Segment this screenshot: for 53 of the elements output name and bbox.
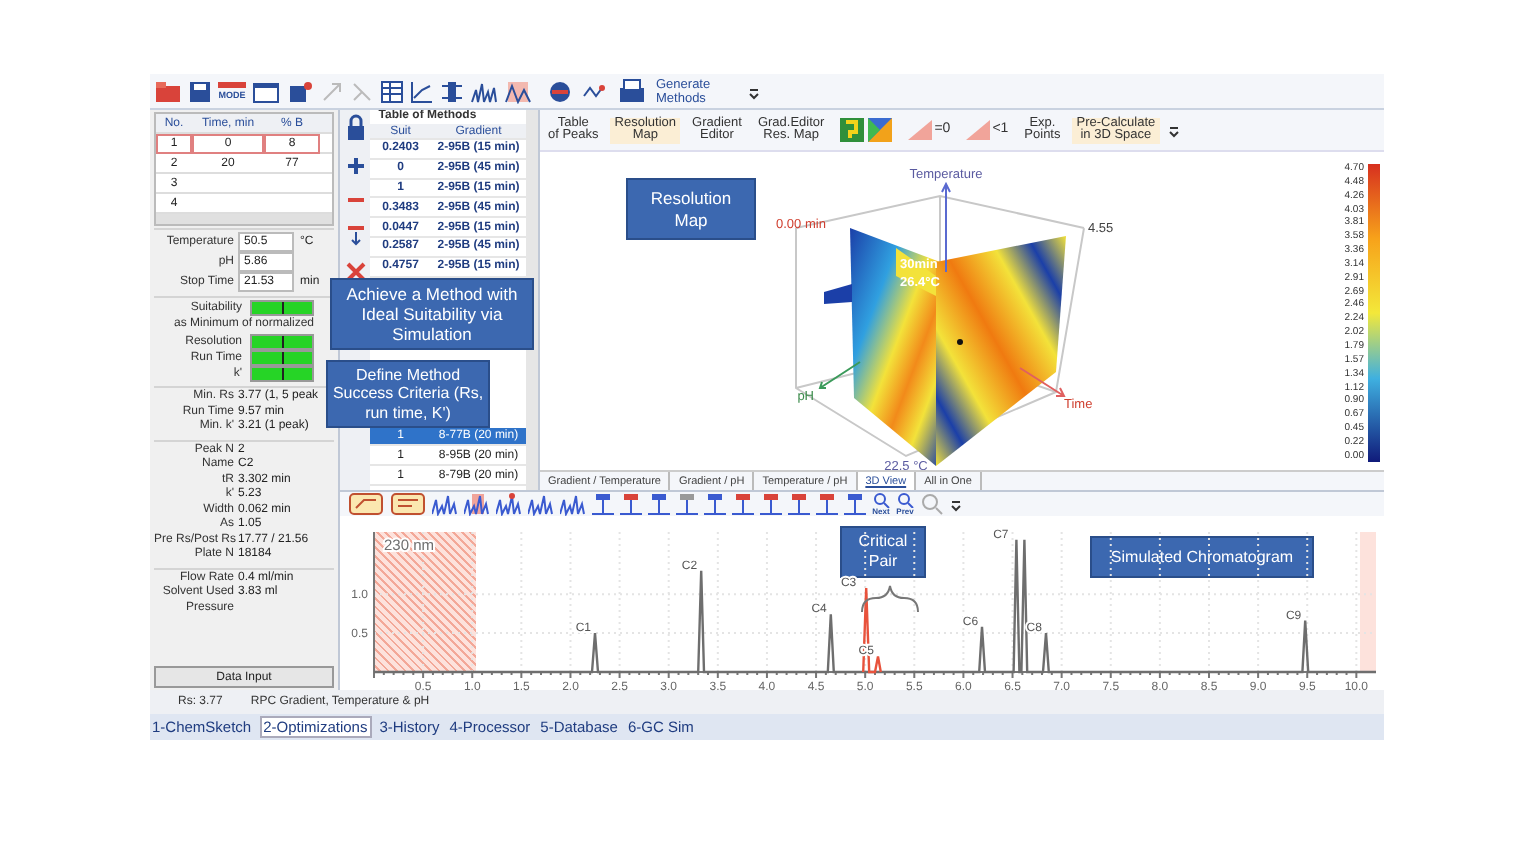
peak-label-icon[interactable] bbox=[732, 492, 754, 516]
magnifier-icon bbox=[896, 492, 914, 508]
callout-box: Resolution Map bbox=[626, 178, 756, 240]
window-icon[interactable] bbox=[252, 79, 280, 103]
hatched-peaks-icon[interactable] bbox=[504, 79, 532, 103]
peak-label-icon[interactable] bbox=[816, 492, 838, 516]
peaks-icon[interactable] bbox=[560, 492, 586, 516]
scrollbar[interactable] bbox=[156, 214, 332, 224]
peaks-marker-icon[interactable] bbox=[496, 492, 522, 516]
peak-label-icon[interactable] bbox=[844, 492, 866, 516]
chevron-icon[interactable] bbox=[1167, 122, 1180, 138]
peak-label-icon[interactable] bbox=[620, 492, 642, 516]
hatched-triangle-icon bbox=[908, 120, 933, 140]
hatched-peaks-icon[interactable] bbox=[464, 492, 490, 516]
slider[interactable] bbox=[250, 300, 314, 316]
shaded-region bbox=[1360, 532, 1376, 672]
callout-box: Achieve a Method with Ideal Suitability via Simulation bbox=[330, 278, 534, 350]
folder-icon[interactable] bbox=[154, 79, 182, 103]
peak-label-icon[interactable] bbox=[648, 492, 670, 516]
peaks-icon[interactable] bbox=[432, 492, 458, 516]
table-icon[interactable] bbox=[380, 79, 404, 103]
plus-icon[interactable] bbox=[345, 156, 366, 176]
temperature-icon[interactable] bbox=[390, 492, 426, 516]
callout-box: Simulated Chromatogram bbox=[1090, 536, 1314, 578]
peak-label-icon[interactable] bbox=[592, 492, 614, 516]
hatched-region bbox=[374, 532, 476, 672]
callout-box: Critical Pair bbox=[840, 526, 926, 578]
column-icon[interactable] bbox=[440, 79, 464, 103]
curly-brace bbox=[861, 585, 919, 613]
lock-icon[interactable] bbox=[343, 114, 368, 142]
slider[interactable] bbox=[250, 350, 314, 366]
magnifier-icon bbox=[872, 492, 890, 508]
color-map-icon bbox=[840, 116, 893, 144]
peaks-icon[interactable] bbox=[528, 492, 554, 516]
graph-icon[interactable] bbox=[410, 79, 434, 103]
peak-label-icon[interactable] bbox=[760, 492, 782, 516]
slider[interactable] bbox=[250, 366, 314, 382]
save-icon[interactable] bbox=[188, 79, 212, 103]
callout-box: Define Method Success Criteria (Rs, run time, K') bbox=[326, 360, 490, 428]
peak-label-icon[interactable] bbox=[788, 492, 810, 516]
chevron-icon[interactable] bbox=[748, 83, 760, 99]
slider[interactable] bbox=[250, 334, 314, 350]
gradient-icon[interactable] bbox=[348, 492, 384, 516]
printer-icon[interactable] bbox=[616, 77, 648, 105]
minus-arrow-icon[interactable] bbox=[345, 224, 366, 248]
peak-label-icon[interactable] bbox=[676, 492, 698, 516]
peak-label-icon[interactable] bbox=[704, 492, 726, 516]
y-axis bbox=[373, 531, 375, 673]
chevron-icon[interactable] bbox=[950, 496, 962, 512]
hatched-triangle-icon bbox=[966, 120, 991, 140]
toolbar-button[interactable] bbox=[836, 116, 897, 144]
peaks-icon[interactable] bbox=[470, 79, 498, 103]
delete-icon[interactable] bbox=[345, 262, 366, 282]
